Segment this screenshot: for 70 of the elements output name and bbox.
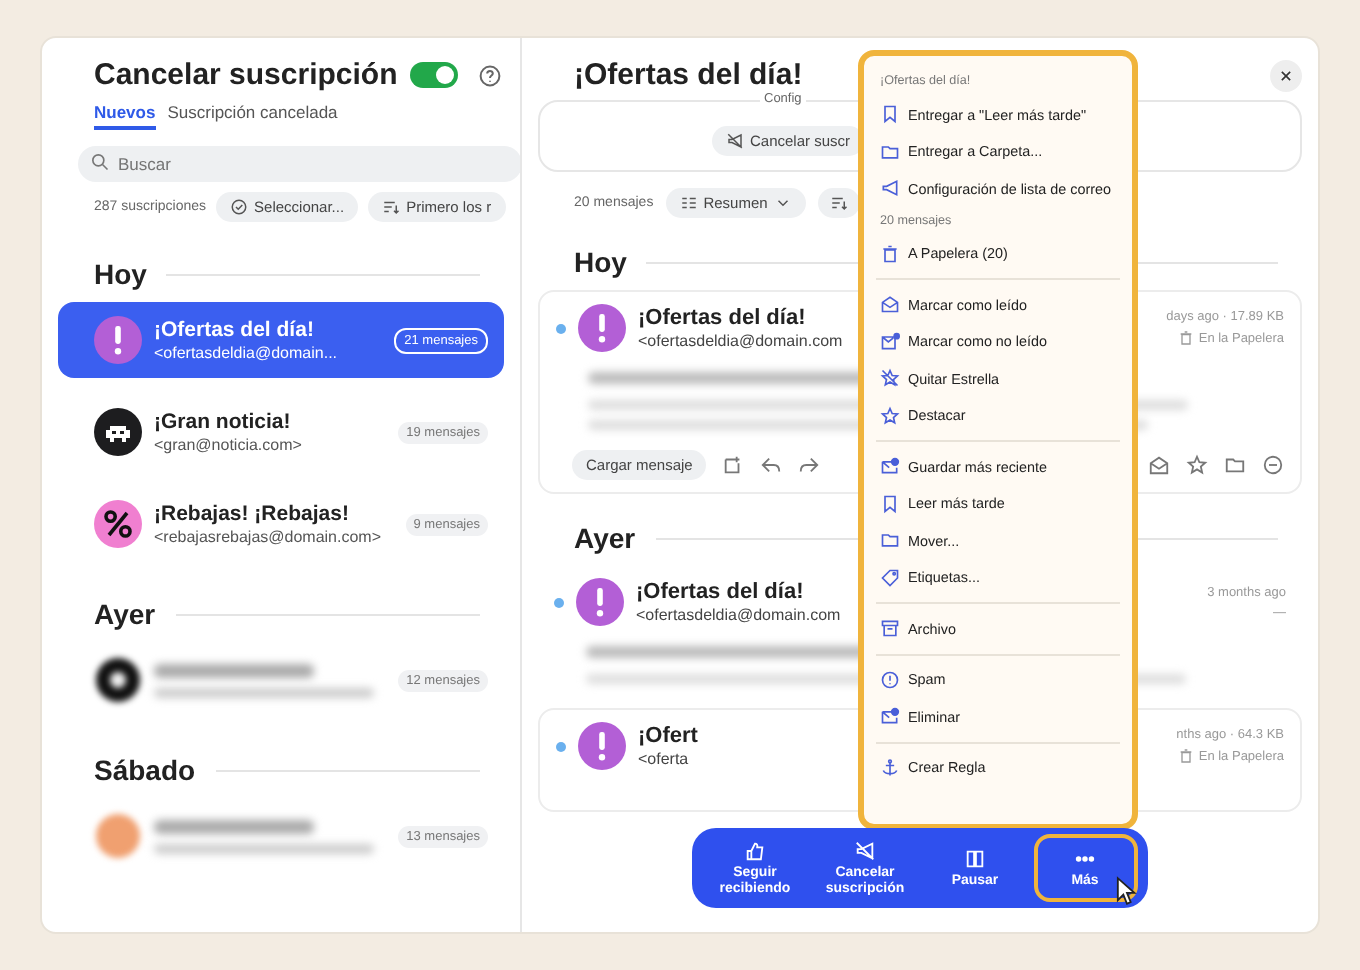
help-icon <box>477 63 502 87</box>
check-circle-icon <box>230 198 249 216</box>
toggle-switch[interactable] <box>409 62 458 88</box>
blurred-avatar-icon <box>94 812 142 860</box>
section-heading: Ayer <box>94 598 156 630</box>
percent-avatar-icon <box>94 500 142 548</box>
folder-icon <box>1224 454 1246 476</box>
close-icon <box>1276 65 1296 85</box>
blurred-avatar-icon <box>94 656 142 704</box>
section-heading: Sábado <box>94 754 196 786</box>
sender-email: <ofertasdeldia@domain.com <box>636 606 841 624</box>
tab[interactable]: Suscripción cancelada <box>167 98 338 130</box>
star-icon <box>880 405 900 426</box>
close-button[interactable] <box>1270 59 1302 91</box>
sender-name: ¡Gran noticia! <box>154 410 291 434</box>
sort-icon <box>829 194 848 212</box>
envelope-open-icon <box>1148 454 1170 476</box>
sender-email: <gran@noticia.com> <box>154 436 302 454</box>
alert-avatar-icon <box>576 578 624 626</box>
reply-icon <box>760 454 783 476</box>
folder-icon <box>880 530 900 551</box>
list-icon <box>679 194 698 212</box>
star-off-icon <box>880 368 900 389</box>
sort-button[interactable] <box>817 188 860 218</box>
section-heading: Hoy <box>94 258 147 290</box>
envelope-open-icon <box>880 294 900 315</box>
alert-avatar-icon <box>578 304 626 352</box>
sender-name: ¡Ofertas del día! <box>638 306 806 330</box>
cursor-icon <box>1116 876 1138 906</box>
megaphone-off-icon <box>854 839 876 862</box>
megaphone-icon <box>880 178 900 199</box>
tag-icon <box>880 567 900 588</box>
sender-name: ¡Ofertas del día! <box>636 580 804 604</box>
bookmark-icon <box>880 104 900 125</box>
sender-title: ¡Ofertas del día! <box>574 58 803 92</box>
sender-name: ¡Ofertas del día! <box>154 318 314 342</box>
archive-icon <box>880 618 900 639</box>
envelope-badge-icon <box>880 706 900 727</box>
sender-email: <rebajasrebajas@domain.com> <box>154 528 382 546</box>
tab[interactable]: Nuevos <box>94 98 156 130</box>
folder-icon <box>880 141 900 162</box>
pause-icon <box>964 847 986 870</box>
panel-title: Cancelar suscripción <box>94 58 398 92</box>
new-window-icon <box>722 454 745 476</box>
sender-email: <ofertasdeldia@domain.com <box>638 332 843 350</box>
sort-icon <box>382 198 401 216</box>
sender-email: <ofertasdeldia@domain... <box>154 344 338 362</box>
alert-circle-icon <box>880 669 900 690</box>
forward-icon <box>798 454 821 476</box>
search-icon <box>90 152 110 172</box>
section-heading: Ayer <box>574 522 636 554</box>
envelope-dot-icon <box>880 331 900 352</box>
minus-circle-icon <box>1262 454 1284 476</box>
invader-avatar-icon <box>94 408 142 456</box>
trash-icon <box>1178 330 1195 346</box>
anchor-icon <box>880 757 900 778</box>
alert-avatar-icon <box>94 316 142 364</box>
trash-icon <box>880 243 900 264</box>
sender-name: ¡Rebajas! ¡Rebajas! <box>154 502 349 526</box>
envelope-badge-icon <box>880 456 900 477</box>
megaphone-off-icon <box>726 132 744 150</box>
section-heading: Hoy <box>574 246 627 278</box>
bookmark-icon <box>880 493 900 514</box>
thumb-icon <box>744 839 766 862</box>
search-field[interactable]: Buscar <box>78 146 520 182</box>
alert-avatar-icon <box>578 722 626 770</box>
sender-name: ¡Ofert <box>638 724 698 748</box>
star-icon <box>1186 454 1208 476</box>
sender-email: <oferta <box>638 750 689 768</box>
trash-icon <box>1178 748 1195 764</box>
